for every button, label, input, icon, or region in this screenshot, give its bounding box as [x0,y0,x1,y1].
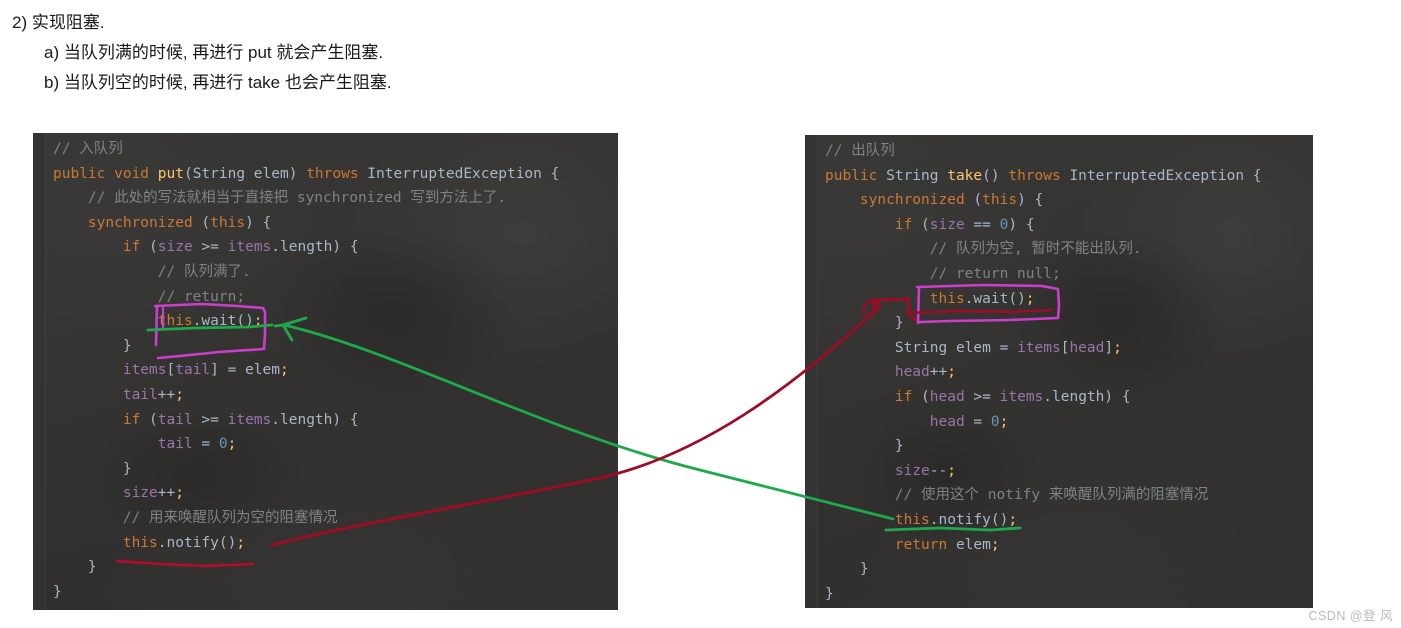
code-line: head = 0; [929,413,1009,430]
code-line: // 入队列 [53,141,123,157]
code-line: // 出队列 [825,143,895,159]
code-line: public void put(String elem) throws Inte… [53,165,560,182]
code-line: items[tail] = elem; [122,362,289,379]
code-line: synchronized (this) { [859,192,1044,209]
code-text-take: // 出队列 public String take() throws Interr… [817,139,1313,608]
code-panel-take: // 出队列 public String take() throws Interr… [805,135,1313,608]
csdn-watermark: CSDN @登 风 [1308,609,1393,623]
code-line: size++; [122,485,184,502]
code-line: } [53,337,132,354]
code-line: this.notify(); [894,511,1018,528]
code-line: } [53,583,62,600]
code-text-put: // 入队列 public void put(String elem) throw… [45,137,618,610]
code-line: String elem = items[head]; [894,339,1122,356]
code-line: if (head >= items.length) { [894,388,1131,405]
code-line: head++; [894,364,956,381]
code-line: } [825,561,869,578]
code-line: } [53,559,97,576]
code-line: // return; [53,288,246,305]
code-line: public String take() throws InterruptedE… [825,167,1262,184]
code-line: // 队列满了. [53,263,251,280]
code-line: // 此处的写法就相当于直接把 synchronized 写到方法上了. [53,190,507,207]
code-line: // 队列为空, 暂时不能出队列. [825,241,1142,258]
code-line: } [825,315,904,332]
code-line: // 用来唤醒队列为空的阻塞情况 [53,509,338,526]
code-line: tail = 0; [157,436,237,453]
code-line: if (size >= items.length) { [122,239,359,256]
code-line: this.wait(); [929,290,1035,307]
note-line-1: 2) 实现阻塞. [12,13,105,32]
code-line: // return null; [825,265,1061,282]
notes-block: 2) 实现阻塞. a) 当队列满的时候, 再进行 put 就会产生阻塞. b) 当队… [0,8,1401,98]
code-line: this.notify(); [122,534,246,551]
code-line: } [825,585,834,602]
code-line: size--; [894,462,956,479]
code-line: } [53,460,132,477]
code-line: if (size == 0) { [894,216,1035,233]
code-line: this.wait(); [157,313,263,330]
code-line: synchronized (this) { [87,214,272,231]
code-line: tail++; [122,386,184,403]
code-line: return elem; [894,536,1000,553]
code-line: // 使用这个 notify 来唤醒队列满的阻塞情况 [825,487,1209,504]
code-line: } [825,438,904,455]
code-line: if (tail >= items.length) { [122,411,359,428]
note-line-2: a) 当队列满的时候, 再进行 put 就会产生阻塞. [44,43,384,62]
note-line-3: b) 当队列空的时候, 再进行 take 也会产生阻塞. [44,73,392,92]
code-panel-put: // 入队列 public void put(String elem) throw… [33,133,618,610]
